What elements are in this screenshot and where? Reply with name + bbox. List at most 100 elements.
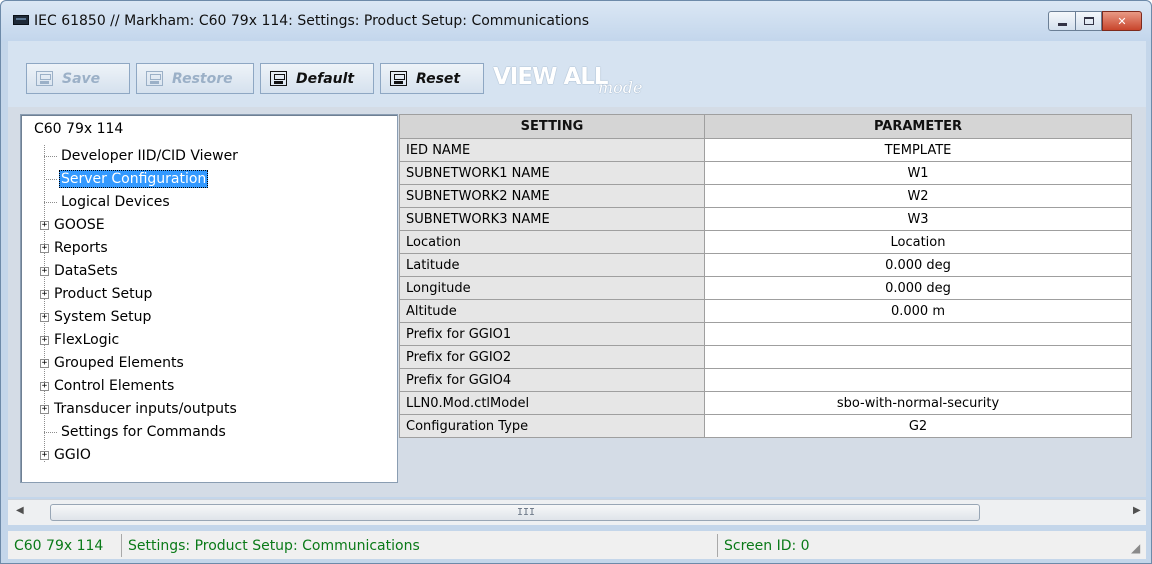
status-bar: C60 79x 114 Settings: Product Setup: Com… [8, 531, 1146, 559]
tree-root[interactable]: C60 79x 114 [34, 121, 123, 137]
resize-grip-icon[interactable]: ◢ [1131, 541, 1140, 555]
save-icon [36, 71, 53, 86]
tree-item[interactable]: + Reports [36, 237, 110, 259]
expand-icon[interactable]: + [40, 266, 49, 276]
scroll-left-icon[interactable]: ◀ [16, 505, 24, 516]
reset-icon [390, 71, 407, 86]
tree-item[interactable]: Settings for Commands [36, 421, 228, 443]
parameter-cell[interactable]: 0.000 deg [704, 253, 1132, 277]
tree-item[interactable]: + Control Elements [36, 375, 176, 397]
parameter-cell[interactable] [704, 322, 1132, 346]
expand-icon[interactable]: + [40, 381, 49, 391]
tree-item-label[interactable]: System Setup [52, 308, 153, 326]
setting-cell: Configuration Type [399, 414, 705, 438]
tree-item[interactable]: Server Configuration [36, 168, 209, 190]
tree-item-label[interactable]: GGIO [52, 446, 93, 464]
tree-item-label[interactable]: Settings for Commands [59, 423, 228, 441]
parameter-cell[interactable]: sbo-with-normal-security [704, 391, 1132, 415]
maximize-icon [1083, 17, 1094, 25]
view-all-mode-logo: VIEW ALL [493, 64, 609, 90]
tree-item-label[interactable]: FlexLogic [52, 331, 121, 349]
toolbar: Save Restore Default Reset VIEW ALL mode [8, 41, 1146, 107]
expand-icon[interactable]: + [40, 358, 49, 368]
tree-item[interactable]: Logical Devices [36, 191, 172, 213]
tree-item-label[interactable]: GOOSE [52, 216, 107, 234]
expand-icon[interactable]: + [40, 243, 49, 253]
parameter-cell[interactable] [704, 368, 1132, 392]
settings-table: SETTING PARAMETER IED NAME TEMPLATE SUBNET… [399, 114, 1132, 438]
expand-icon[interactable]: + [40, 289, 49, 299]
setting-cell: Prefix for GGIO2 [399, 345, 705, 369]
restore-button[interactable]: Restore [136, 63, 254, 94]
minimize-button[interactable] [1048, 11, 1075, 31]
status-path: Settings: Product Setup: Communications [122, 534, 718, 557]
parameter-cell[interactable]: TEMPLATE [704, 138, 1132, 162]
title-bar[interactable]: IEC 61850 // Markham: C60 79x 114: Setti… [1, 1, 1151, 41]
setting-cell: SUBNETWORK3 NAME [399, 207, 705, 231]
parameter-column-header: PARAMETER [704, 114, 1132, 139]
table-row: Altitude 0.000 m [399, 299, 1132, 323]
settings-table-panel: SETTING PARAMETER IED NAME TEMPLATE SUBNET… [399, 114, 1136, 483]
close-button[interactable]: ✕ [1102, 11, 1142, 31]
table-row: LLN0.Mod.ctlModel sbo-with-normal-securit… [399, 391, 1132, 415]
tree-item-label[interactable]: Server Configuration [59, 170, 209, 188]
parameter-cell[interactable]: Location [704, 230, 1132, 254]
reset-button[interactable]: Reset [380, 63, 484, 94]
settings-tree[interactable]: C60 79x 114 Developer IID/CID Viewer Serv… [20, 114, 398, 483]
horizontal-scrollbar[interactable]: ◀ III ▶ [8, 499, 1146, 525]
tree-item[interactable]: + FlexLogic [36, 329, 121, 351]
setting-cell: LLN0.Mod.ctlModel [399, 391, 705, 415]
default-icon [270, 71, 287, 86]
expand-icon[interactable]: + [40, 312, 49, 322]
tree-item[interactable]: + GOOSE [36, 214, 107, 236]
tree-item[interactable]: + Transducer inputs/outputs [36, 398, 239, 420]
scrollbar-thumb[interactable]: III [50, 504, 980, 521]
tree-item[interactable]: Developer IID/CID Viewer [36, 145, 240, 167]
save-button[interactable]: Save [26, 63, 130, 94]
tree-item-label[interactable]: Grouped Elements [52, 354, 186, 372]
tree-item[interactable]: + Grouped Elements [36, 352, 186, 374]
tree-item[interactable]: + GGIO [36, 444, 93, 466]
restore-label: Restore [172, 70, 233, 87]
minimize-icon [1057, 22, 1067, 26]
table-row: Prefix for GGIO4 [399, 368, 1132, 392]
tree-item-label[interactable]: Transducer inputs/outputs [52, 400, 239, 418]
table-row: SUBNETWORK1 NAME W1 [399, 161, 1132, 185]
tree-item-label[interactable]: Product Setup [52, 285, 154, 303]
parameter-cell[interactable]: W3 [704, 207, 1132, 231]
tree-item-label[interactable]: DataSets [52, 262, 120, 280]
parameter-cell[interactable] [704, 345, 1132, 369]
table-row: SUBNETWORK2 NAME W2 [399, 184, 1132, 208]
tree-item[interactable]: + System Setup [36, 306, 153, 328]
parameter-cell[interactable]: 0.000 m [704, 299, 1132, 323]
maximize-button[interactable] [1075, 11, 1102, 31]
tree-item-label[interactable]: Reports [52, 239, 110, 257]
tree-branch-line [44, 201, 57, 203]
expand-icon[interactable]: + [40, 335, 49, 345]
setting-cell: Prefix for GGIO1 [399, 322, 705, 346]
parameter-cell[interactable]: W2 [704, 184, 1132, 208]
scroll-right-icon[interactable]: ▶ [1133, 505, 1141, 516]
expand-icon[interactable]: + [40, 404, 49, 414]
tree-item[interactable]: + DataSets [36, 260, 120, 282]
tree-item-label[interactable]: Logical Devices [59, 193, 172, 211]
thumb-grip-icon: III [517, 507, 536, 518]
table-row: Prefix for GGIO2 [399, 345, 1132, 369]
save-label: Save [62, 70, 101, 87]
table-row: Location Location [399, 230, 1132, 254]
default-button[interactable]: Default [260, 63, 374, 94]
parameter-cell[interactable]: W1 [704, 161, 1132, 185]
parameter-cell[interactable]: G2 [704, 414, 1132, 438]
tree-branch-line [44, 178, 57, 180]
table-row: SUBNETWORK3 NAME W3 [399, 207, 1132, 231]
status-device: C60 79x 114 [8, 534, 122, 557]
expand-icon[interactable]: + [40, 220, 49, 230]
tree-branch-line [44, 155, 57, 157]
setting-cell: Location [399, 230, 705, 254]
reset-label: Reset [416, 70, 461, 87]
expand-icon[interactable]: + [40, 450, 49, 460]
tree-item-label[interactable]: Control Elements [52, 377, 176, 395]
parameter-cell[interactable]: 0.000 deg [704, 276, 1132, 300]
tree-item-label[interactable]: Developer IID/CID Viewer [59, 147, 240, 165]
tree-item[interactable]: + Product Setup [36, 283, 154, 305]
